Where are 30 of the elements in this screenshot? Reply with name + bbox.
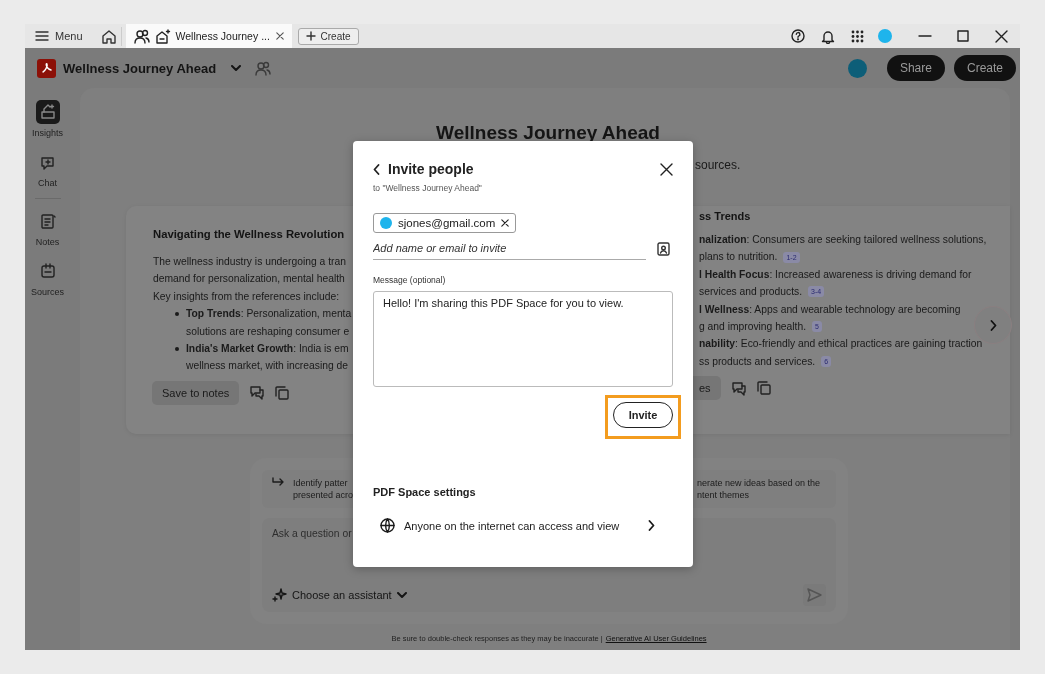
card-text: plans to nutrition.	[699, 250, 778, 265]
field-label: Message (optional)	[373, 275, 447, 285]
suggestion-text: ntent themes	[697, 489, 751, 501]
page-title: Wellness Journey Ahead	[435, 121, 661, 144]
card-text: Key insights from the references include:	[153, 289, 339, 304]
placeholder-text: Ask a question or	[272, 528, 352, 539]
card-text: wellness market, with increasing de	[186, 359, 348, 374]
card-title: Navigating the Wellness Revolution	[153, 228, 346, 240]
section-title: PDF Space settings	[373, 486, 477, 498]
space-title: Wellness Journey Ahead	[63, 60, 217, 76]
dialog-subtitle: to "Wellness Journey Ahead"	[373, 183, 483, 193]
suggestion-text: presented acro	[293, 489, 354, 501]
card-text: Top Trends: Personalization, menta	[186, 307, 352, 322]
card-text: ss products and services.	[699, 354, 816, 369]
card-text: demand for personalization, mental health	[153, 272, 345, 287]
card-text: nalization: Consumers are seeking tailored wellness solutions,	[699, 233, 987, 247]
card-text: The wellness industry is undergoing a tran	[153, 255, 346, 269]
tab-title: Wellness Journey ...	[175, 30, 270, 42]
card-text: g and improving health.	[699, 320, 807, 335]
card-text: l Wellness: Apps and wearable technology are becoming	[699, 302, 961, 317]
dialog-title: Invite people	[388, 161, 474, 177]
page-subtitle: sources.	[695, 158, 741, 172]
card-text: l Health Focus: Increased awareness is driving demand for	[699, 267, 972, 282]
card-text: services and products.	[699, 285, 803, 300]
card-text: nability: Eco-friendly and ethical practices are gaining traction	[699, 337, 983, 352]
suggestion-text: Identify patter	[293, 477, 349, 489]
card-text: India's Market Growth: India is em	[186, 342, 349, 357]
card-text: solutions are reshaping consumer e	[186, 324, 350, 339]
card-title: ss Trends	[699, 210, 752, 222]
suggestion-text: nerate new ideas based on the	[697, 477, 821, 489]
